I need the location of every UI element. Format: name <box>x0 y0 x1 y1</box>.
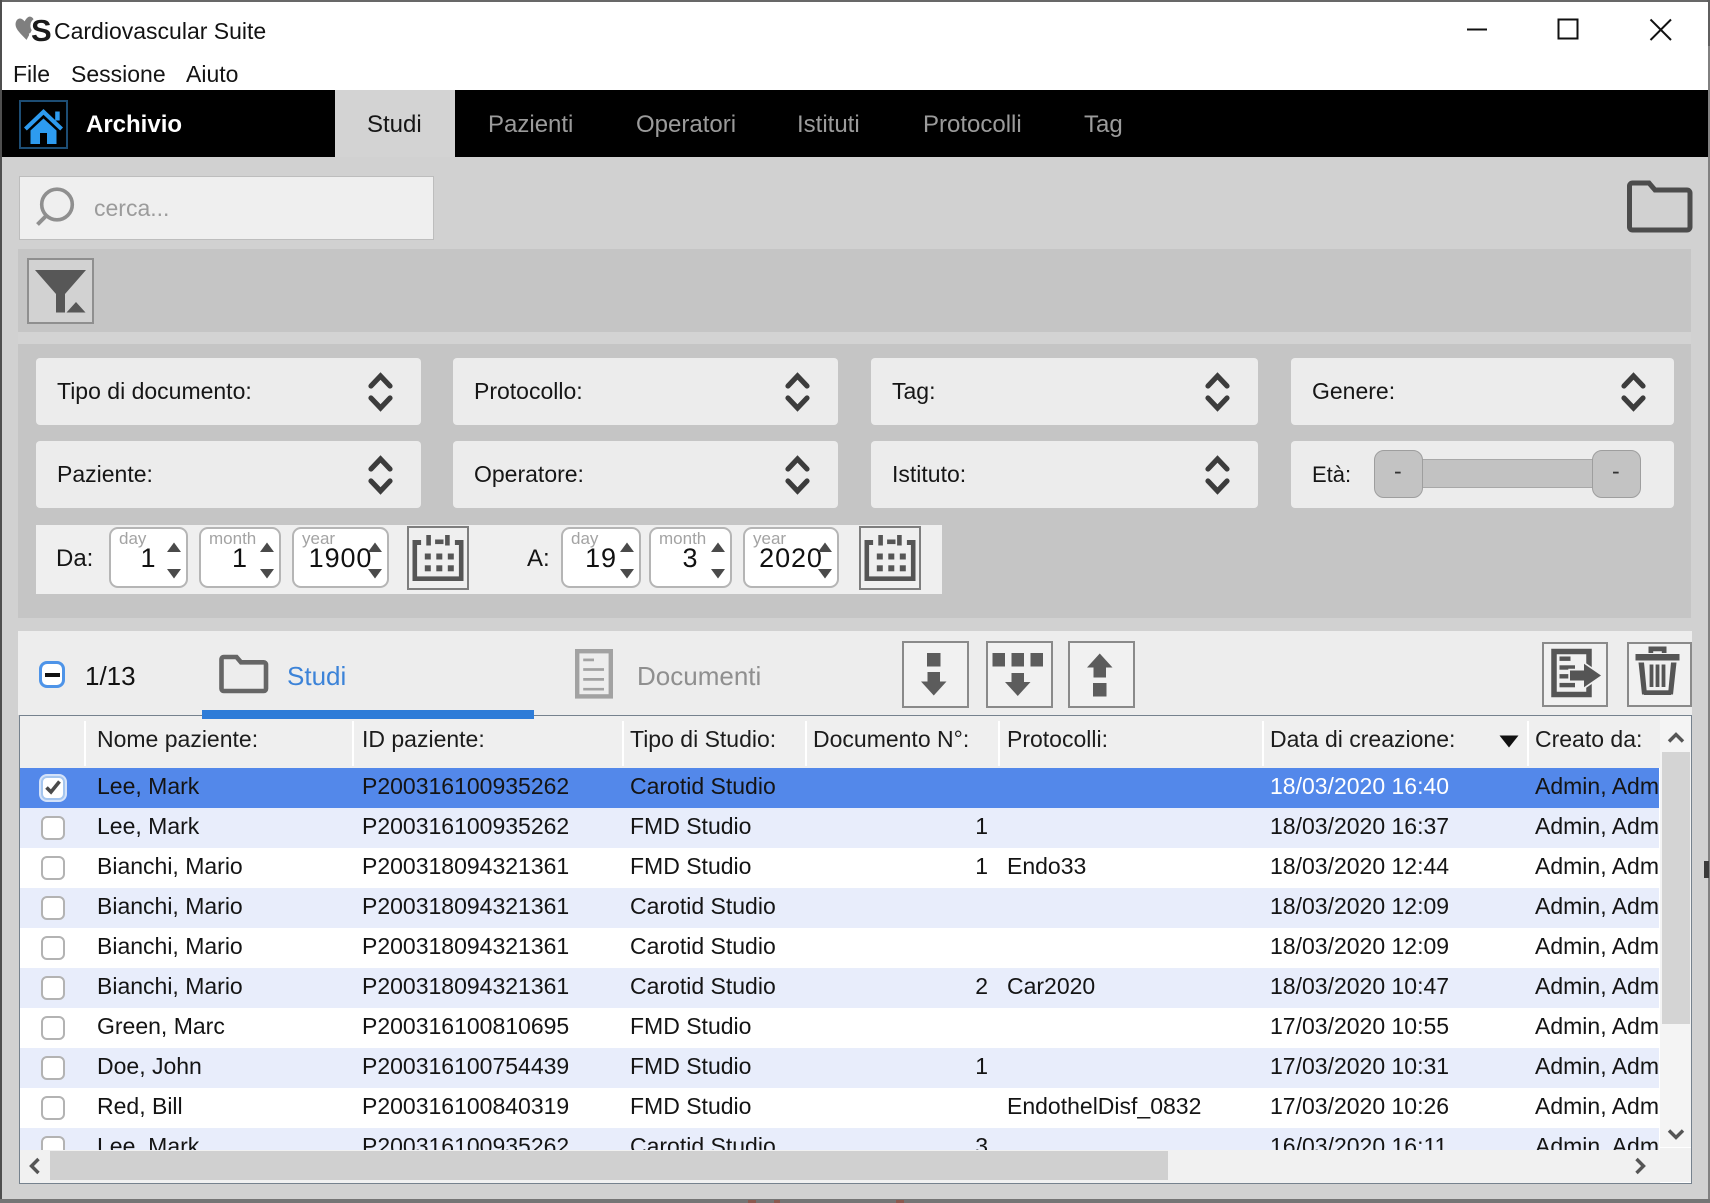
svg-text:S: S <box>31 13 52 48</box>
